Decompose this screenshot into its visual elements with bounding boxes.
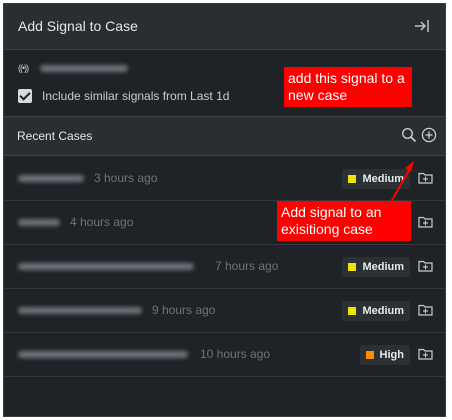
case-time: 10 hours ago: [200, 347, 271, 361]
include-similar-option[interactable]: Include similar signals from Last 1d: [18, 89, 229, 103]
signal-row: ((•)): [18, 61, 129, 75]
case-time: 4 hours ago: [70, 215, 134, 229]
severity-color: [348, 263, 357, 271]
severity-label: Medium: [362, 305, 404, 317]
case-time: 9 hours ago: [152, 303, 216, 317]
severity-color: [348, 175, 357, 183]
include-similar-checkbox[interactable]: [18, 89, 32, 103]
collapse-right-icon[interactable]: [413, 17, 431, 35]
add-to-case-folder-icon[interactable]: [418, 171, 433, 184]
add-circle-icon[interactable]: [421, 127, 437, 143]
severity-label: Medium: [362, 173, 404, 185]
callout-existing-case: Add signal to an exisitiong case: [277, 201, 411, 241]
severity-color: [365, 351, 374, 359]
include-similar-label: Include similar signals from Last 1d: [42, 89, 230, 103]
case-name-redacted: [18, 219, 60, 226]
case-name-redacted: [18, 307, 142, 314]
recent-cases-label: Recent Cases: [17, 129, 93, 143]
add-to-case-folder-icon[interactable]: [418, 215, 433, 228]
add-to-case-folder-icon[interactable]: [418, 347, 433, 360]
case-row[interactable]: 3 hours ago Medium: [4, 157, 445, 201]
panel-header: Add Signal to Case: [4, 4, 445, 50]
add-to-case-folder-icon[interactable]: [418, 259, 433, 272]
panel-title: Add Signal to Case: [18, 18, 138, 34]
severity-label: High: [379, 349, 404, 361]
severity-badge: Medium: [342, 169, 410, 189]
severity-badge: Medium: [342, 301, 410, 321]
severity-label: Medium: [362, 261, 404, 273]
search-icon[interactable]: [401, 127, 417, 143]
case-row[interactable]: 7 hours ago Medium: [4, 245, 445, 289]
signal-name-redacted: [40, 64, 129, 72]
add-to-case-folder-icon[interactable]: [418, 303, 433, 316]
case-time: 7 hours ago: [215, 259, 279, 273]
case-row[interactable]: 10 hours ago High: [4, 333, 445, 377]
callout-new-case: add this signal to a new case: [284, 67, 412, 107]
case-row[interactable]: 9 hours ago Medium: [4, 289, 445, 333]
case-name-redacted: [18, 175, 84, 182]
recent-cases-header: Recent Cases: [4, 116, 445, 156]
case-name-redacted: [18, 351, 188, 358]
signal-broadcast-icon: ((•)): [18, 63, 29, 73]
case-name-redacted: [18, 263, 194, 270]
severity-color: [348, 307, 357, 315]
severity-badge: Medium: [342, 257, 410, 277]
severity-badge: High: [359, 345, 410, 365]
case-time: 3 hours ago: [94, 171, 158, 185]
